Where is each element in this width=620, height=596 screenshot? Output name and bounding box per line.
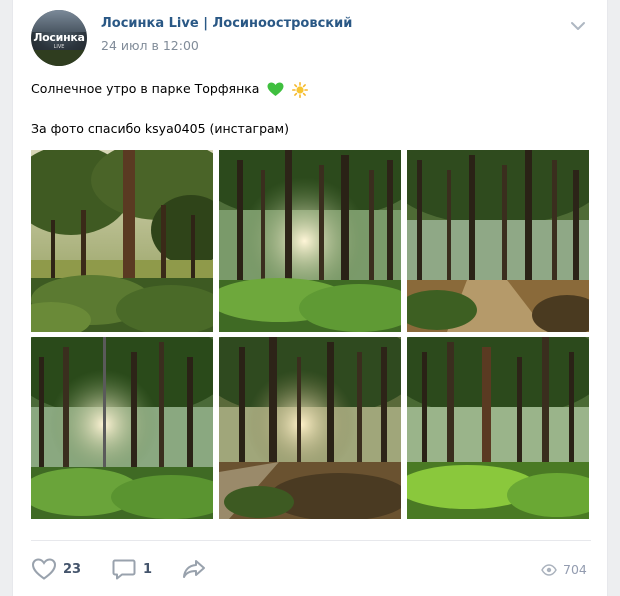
comment-button[interactable]: 1 xyxy=(111,556,152,582)
chevron-down-icon[interactable] xyxy=(569,20,587,32)
park-photo-4[interactable] xyxy=(31,337,213,519)
like-button[interactable]: 23 xyxy=(31,556,81,582)
heart-icon xyxy=(31,558,57,580)
post-text-line-2: За фото спасибо ksya0405 (инстаграм) xyxy=(31,121,289,136)
green-heart-icon xyxy=(267,82,284,96)
sun-icon xyxy=(292,81,309,98)
footer-divider xyxy=(31,540,591,541)
park-photo-6[interactable] xyxy=(407,337,589,519)
comments-count: 1 xyxy=(143,561,153,577)
park-photo-2[interactable] xyxy=(219,150,401,332)
likes-count: 23 xyxy=(63,561,82,577)
community-avatar[interactable]: Лосинка LIVE xyxy=(31,10,87,66)
avatar-logo-subtext: LIVE xyxy=(53,44,65,50)
views-counter: 704 xyxy=(541,562,587,577)
park-photo-5[interactable] xyxy=(219,337,401,519)
share-icon xyxy=(183,560,205,578)
views-count: 704 xyxy=(563,562,587,577)
park-photo-1[interactable] xyxy=(31,150,213,332)
comment-icon xyxy=(112,559,136,580)
post-date[interactable]: 24 июл в 12:00 xyxy=(101,38,199,53)
post-card: Лосинка LIVE Лосинка Live | Лосиноостров… xyxy=(12,0,608,596)
park-photo-3[interactable] xyxy=(407,150,589,332)
share-button[interactable] xyxy=(181,556,207,582)
community-name-link[interactable]: Лосинка Live | Лосиноостровский xyxy=(101,16,352,31)
eye-icon xyxy=(541,563,557,576)
avatar-logo-text: Лосинка xyxy=(33,31,85,44)
post-text-line-1: Солнечное утро в парке Торфянка xyxy=(31,81,309,98)
post-text: Солнечное утро в парке Торфянка xyxy=(31,81,260,96)
